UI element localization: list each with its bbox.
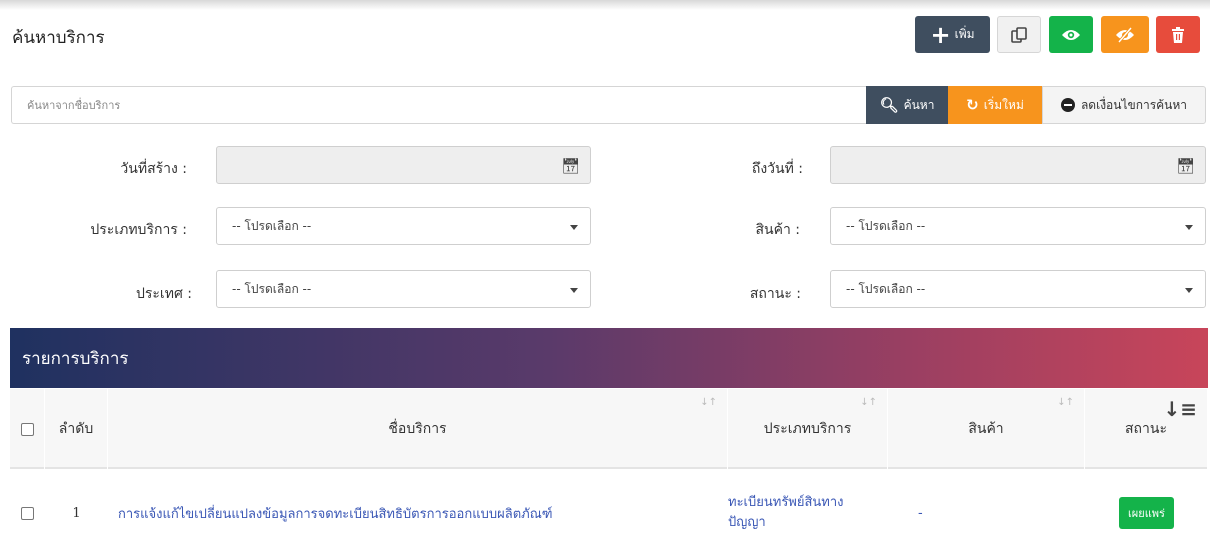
search-button-label: ค้นหา (903, 97, 935, 112)
search-input[interactable] (11, 86, 866, 124)
column-type[interactable]: ประเภทบริการ ↓↑ (728, 389, 888, 469)
add-button-label: เพิ่ม (954, 27, 975, 41)
delete-button[interactable] (1156, 16, 1200, 53)
service-type-label: ประเภทบริการ : (90, 222, 187, 238)
copy-button[interactable] (997, 16, 1041, 53)
select-all-cell (10, 389, 45, 469)
row-checkbox[interactable] (21, 506, 34, 520)
eye-slash-icon (1116, 26, 1134, 43)
status-select[interactable]: -- โปรดเลือก -- (830, 270, 1206, 308)
sort-icon: ↓↑ (700, 397, 717, 408)
row-status-cell: เผยแพร่ (1085, 470, 1208, 556)
add-button[interactable]: + เพิ่ม (915, 16, 990, 53)
calendar-icon: 📅︎ (1175, 157, 1195, 175)
trash-icon (1172, 26, 1184, 43)
search-icon: 🔍︎ (879, 96, 899, 114)
reduce-filters-label: ลดเงื่อนไขการค้นหา (1080, 97, 1188, 112)
minus-circle-icon (1060, 98, 1075, 112)
eye-icon (1062, 29, 1080, 40)
column-status[interactable]: สถานะ ↓≡ (1085, 389, 1208, 469)
calendar-icon: 📅︎ (560, 157, 580, 175)
row-no: 1 (72, 505, 81, 521)
table-row: 1 การแจ้งแก้ไขเปลี่ยนแปลงข้อมูลการจดทะเบ… (10, 470, 1208, 556)
search-button[interactable]: 🔍︎ ค้นหา (866, 86, 948, 124)
row-service-name-link[interactable]: การแจ้งแก้ไขเปลี่ยนแปลงข้อมูลการจดทะเบีย… (118, 470, 718, 556)
column-product[interactable]: สินค้า ↓↑ (888, 389, 1085, 469)
list-title: รายการบริการ (22, 348, 129, 369)
created-date-field[interactable]: 📅︎ (216, 146, 591, 184)
country-value: -- โปรดเลือก -- (232, 281, 312, 296)
status-value: -- โปรดเลือก -- (846, 281, 926, 296)
status-badge[interactable]: เผยแพร่ (1119, 497, 1174, 529)
row-service-type: ทะเบียนทรัพย์สินทาง ปัญญา (728, 495, 844, 530)
select-all-checkbox[interactable] (20, 422, 34, 436)
top-shadow (0, 0, 1210, 10)
page-title: ค้นหาบริการ (12, 28, 105, 48)
table-header: ลำดับ ชื่อบริการ ↓↑ ประเภทบริการ ↓↑ สินค… (10, 389, 1208, 469)
reset-button[interactable]: ↻ เริ่มใหม่ (948, 86, 1042, 124)
column-name[interactable]: ชื่อบริการ ↓↑ (108, 389, 728, 469)
column-type-label: ประเภทบริการ (763, 421, 852, 437)
to-date-label: ถึงวันที่ : (751, 161, 803, 177)
column-no-label: ลำดับ (58, 421, 94, 437)
row-product: - (918, 505, 923, 521)
status-label: สถานะ : (749, 286, 801, 302)
row-service-type-link[interactable]: ทะเบียนทรัพย์สินทาง ปัญญา (728, 470, 878, 556)
chevron-down-icon (1185, 288, 1193, 293)
country-select[interactable]: -- โปรดเลือก -- (216, 270, 591, 308)
sort-icon: ↓↑ (860, 397, 877, 408)
sort-desc-icon: ↓≡ (1163, 397, 1197, 421)
chevron-down-icon (1185, 225, 1193, 230)
reset-button-label: เริ่มใหม่ (983, 97, 1024, 112)
list-header-banner: รายการบริการ (10, 328, 1208, 388)
unpublish-button[interactable] (1101, 16, 1149, 53)
plus-icon: + (930, 20, 951, 49)
service-type-select[interactable]: -- โปรดเลือก -- (216, 207, 591, 245)
chevron-down-icon (570, 288, 578, 293)
product-label: สินค้า : (755, 222, 800, 238)
sort-icon: ↓↑ (1057, 397, 1074, 408)
column-no[interactable]: ลำดับ (45, 389, 108, 469)
reduce-filters-button[interactable]: ลดเงื่อนไขการค้นหา (1042, 86, 1206, 124)
created-date-label: วันที่สร้าง : (120, 161, 187, 177)
chevron-down-icon (570, 225, 578, 230)
column-status-label: สถานะ (1125, 421, 1167, 437)
product-value: -- โปรดเลือก -- (846, 218, 926, 233)
country-label: ประเทศ : (136, 286, 192, 302)
column-name-label: ชื่อบริการ (388, 421, 447, 437)
service-type-value: -- โปรดเลือก -- (232, 218, 312, 233)
refresh-icon: ↻ (966, 96, 979, 114)
publish-button[interactable] (1049, 16, 1093, 53)
product-select[interactable]: -- โปรดเลือก -- (830, 207, 1206, 245)
row-select-cell (10, 470, 45, 556)
to-date-field[interactable]: 📅︎ (830, 146, 1206, 184)
column-product-label: สินค้า (968, 421, 1004, 437)
copy-icon (1011, 26, 1027, 43)
